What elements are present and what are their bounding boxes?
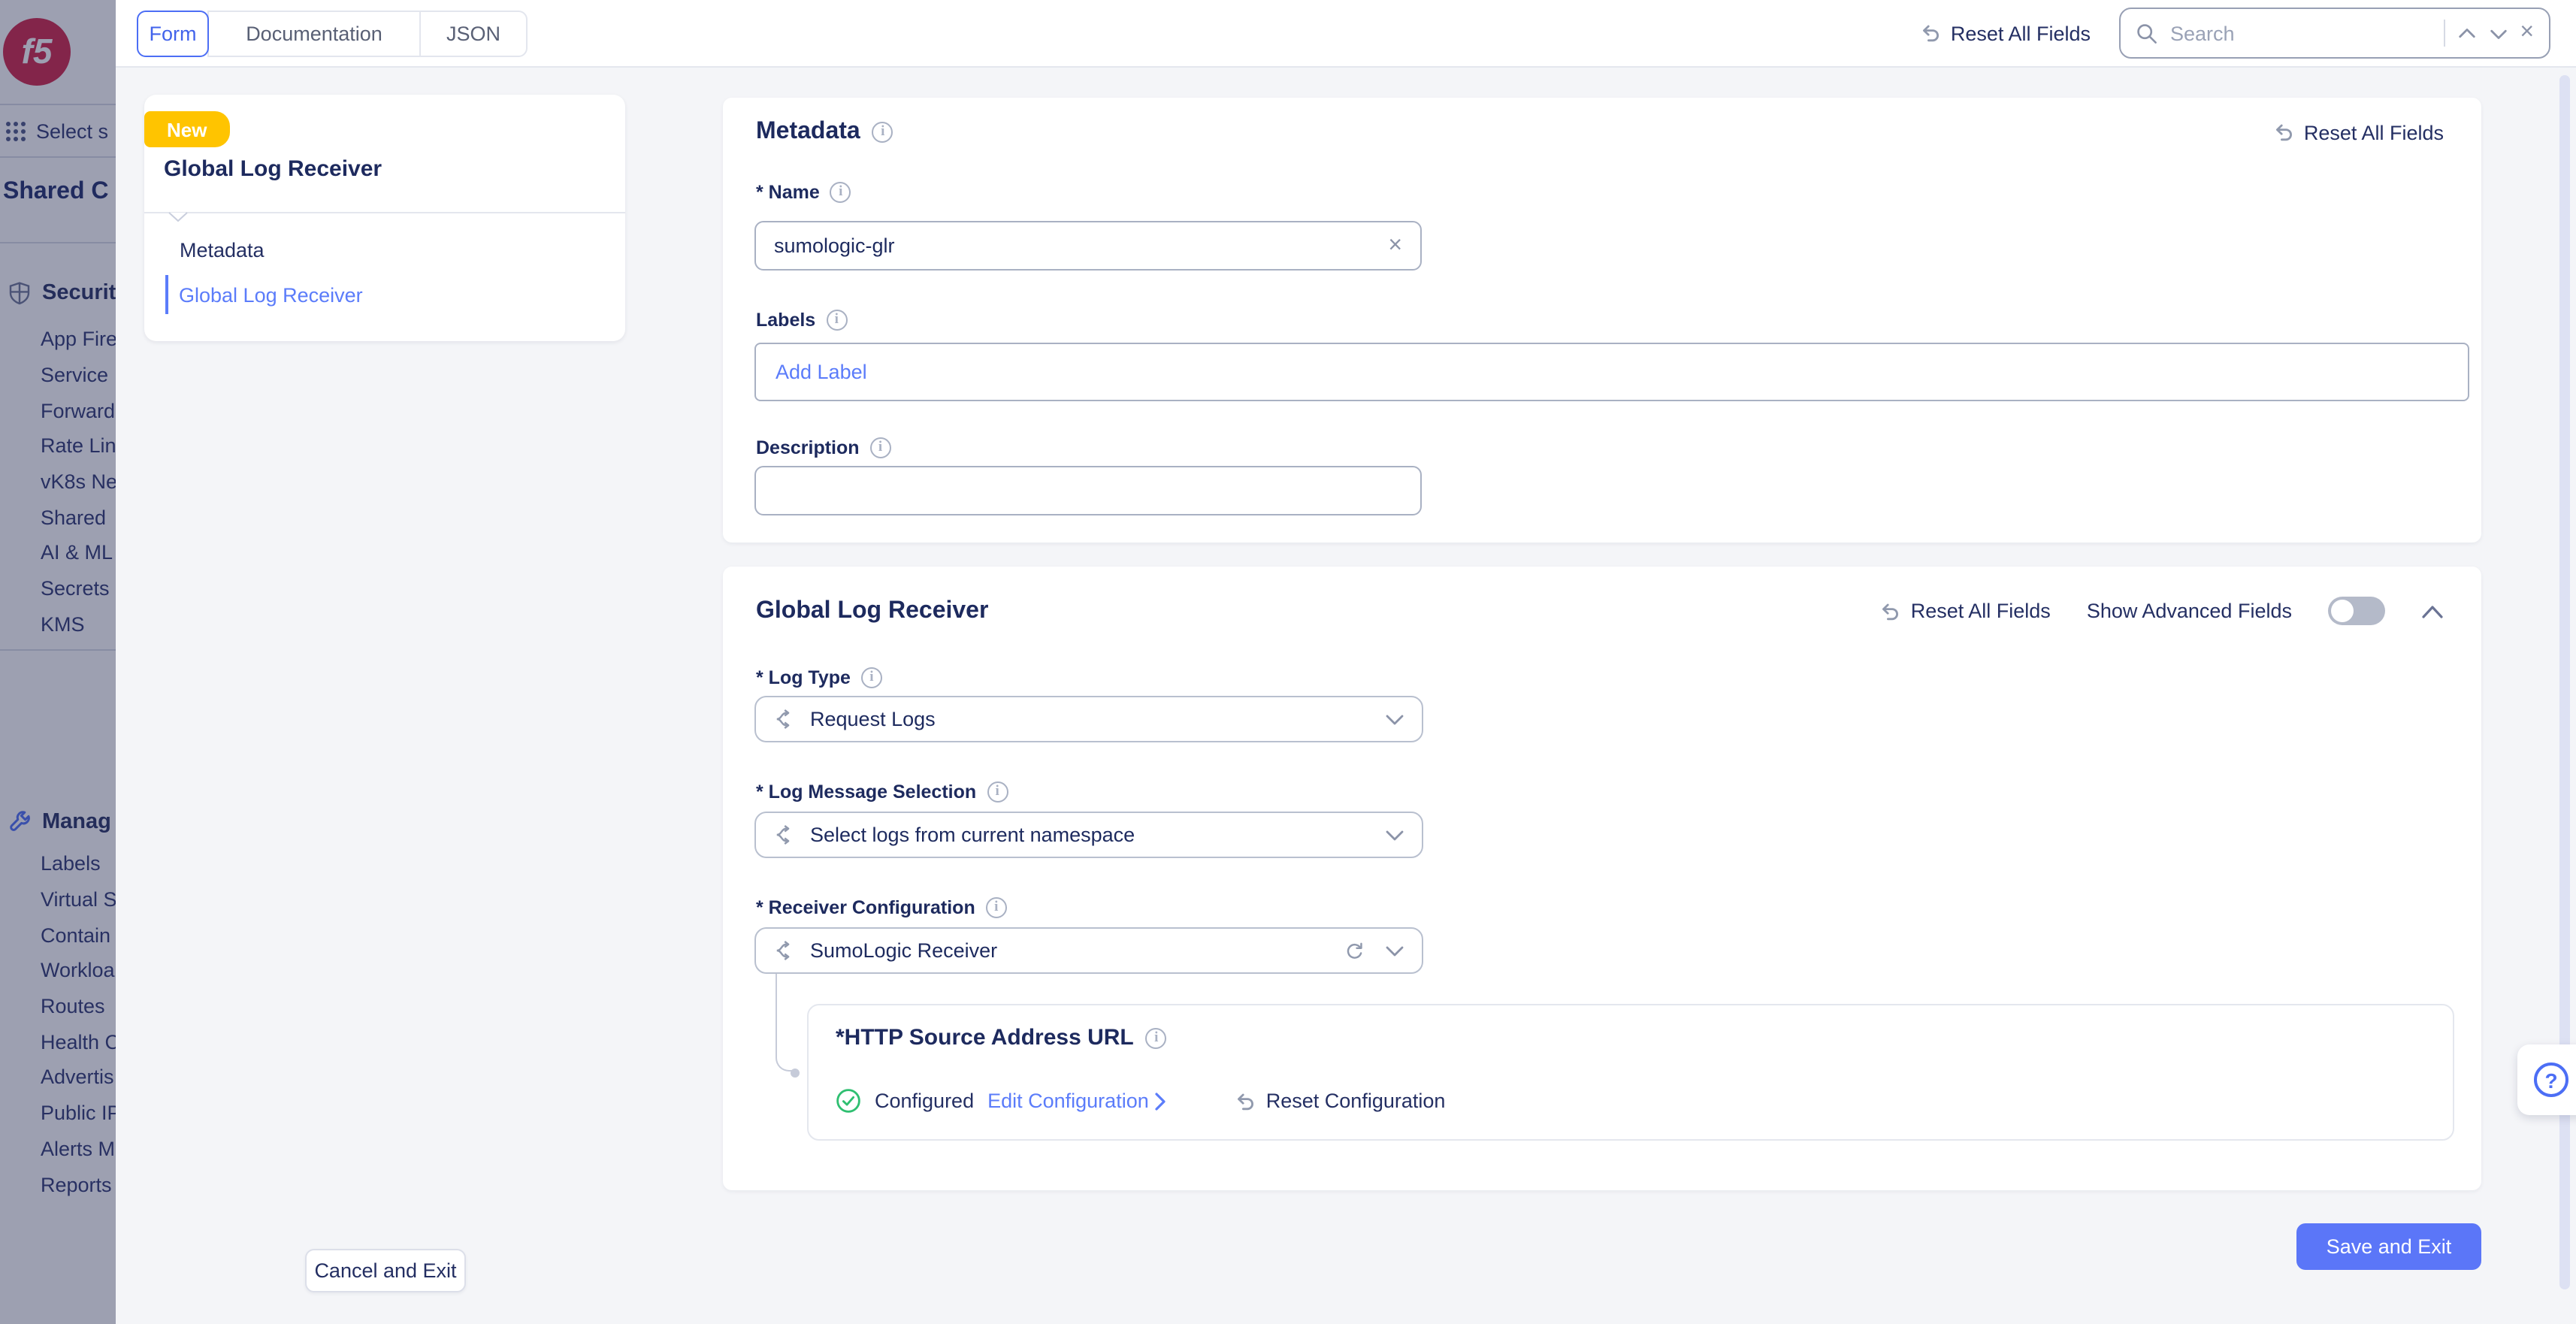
http-source-address-url-box: *HTTP Source Address URL i Configured Ed… — [807, 1004, 2454, 1141]
labels-label: Labels i — [756, 310, 848, 331]
global-log-receiver-card: Global Log Receiver Reset All Fields Sho… — [723, 567, 2481, 1190]
connector-dot — [791, 1069, 800, 1078]
log-type-select[interactable]: Request Logs — [754, 696, 1423, 742]
branch-icon — [776, 825, 790, 845]
log-message-selection-label: * Log Message Selection i — [756, 781, 1008, 803]
metadata-title: Metadata — [756, 119, 860, 144]
undo-icon — [2275, 124, 2292, 141]
reset-all-fields-button[interactable]: Reset All Fields — [1918, 21, 2091, 45]
info-icon[interactable]: i — [872, 122, 893, 143]
chevron-down-icon[interactable] — [2488, 23, 2508, 43]
branch-icon — [776, 709, 790, 729]
undo-icon — [1882, 603, 1899, 620]
info-icon[interactable]: i — [987, 781, 1008, 803]
undo-icon — [1238, 1093, 1254, 1110]
caret-down-icon — [168, 212, 188, 222]
modal-content: New Global Log Receiver Metadata Global … — [116, 68, 2576, 1324]
edit-configuration-link[interactable]: Edit Configuration — [987, 1090, 1167, 1112]
help-button[interactable]: ? — [2517, 1044, 2576, 1115]
reset-configuration-button[interactable]: Reset Configuration — [1233, 1089, 1445, 1113]
form-nav-item-metadata[interactable]: Metadata — [165, 230, 610, 269]
save-and-exit-button[interactable]: Save and Exit — [2296, 1223, 2481, 1270]
show-advanced-fields-label: Show Advanced Fields — [2086, 600, 2292, 622]
info-icon[interactable]: i — [826, 310, 848, 331]
chevron-down-icon — [1386, 830, 1404, 840]
tab-json[interactable]: JSON — [419, 10, 528, 56]
collapse-chevron-up-icon[interactable] — [2421, 603, 2444, 618]
log-type-value: Request Logs — [810, 708, 936, 730]
nested-field-connector — [776, 974, 794, 1072]
modal-backdrop — [0, 0, 116, 1324]
tab-form[interactable]: Form — [137, 10, 209, 56]
name-input[interactable] — [774, 234, 1389, 257]
chevron-right-icon — [1156, 1092, 1166, 1110]
tab-documentation[interactable]: Documentation — [207, 10, 421, 56]
search-icon — [2137, 23, 2157, 43]
metadata-card: Metadata i Reset All Fields * Name i sum… — [723, 98, 2481, 543]
description-label: Description i — [756, 437, 891, 458]
name-input-wrap: × — [754, 221, 1422, 271]
configured-status: Configured — [875, 1090, 975, 1112]
cancel-and-exit-button[interactable]: Cancel and Exit — [305, 1249, 466, 1292]
form-nav-card: New Global Log Receiver Metadata Global … — [144, 95, 625, 341]
info-icon[interactable]: i — [860, 667, 882, 688]
divider — [2443, 20, 2445, 47]
log-message-selection-select[interactable]: Select logs from current namespace — [754, 812, 1423, 858]
close-icon[interactable]: × — [2520, 20, 2534, 45]
new-badge: New — [144, 111, 230, 147]
view-tabs: Form Documentation JSON — [137, 10, 528, 56]
glr-reset-all-fields-button[interactable]: Reset All Fields — [1878, 599, 2051, 623]
log-message-selection-value: Select logs from current namespace — [810, 824, 1135, 846]
branch-icon — [776, 941, 790, 960]
modal-topbar: Form Documentation JSON Reset All Fields… — [116, 0, 2576, 68]
refresh-icon[interactable] — [1344, 940, 1365, 961]
chevron-up-icon[interactable] — [2457, 23, 2476, 43]
info-icon[interactable]: i — [869, 437, 891, 458]
metadata-reset-all-fields-button[interactable]: Reset All Fields — [2271, 120, 2444, 144]
search-box: × — [2119, 8, 2550, 59]
screen: f5 Select s Shared C Securit App Fire Se… — [0, 0, 2576, 1324]
form-nav-title: Global Log Receiver — [164, 156, 382, 182]
info-icon[interactable]: i — [985, 897, 1007, 918]
search-input[interactable] — [2170, 22, 2432, 44]
labels-box: Add Label — [754, 343, 2469, 401]
configured-check-icon — [836, 1089, 860, 1113]
log-type-label: * Log Type i — [756, 667, 882, 688]
http-source-title: *HTTP Source Address URL — [836, 1025, 1134, 1050]
divider — [144, 212, 625, 213]
toggle-knob — [2331, 600, 2354, 622]
receiver-configuration-value: SumoLogic Receiver — [810, 939, 998, 962]
info-icon[interactable]: i — [830, 182, 851, 203]
info-icon[interactable]: i — [1145, 1027, 1167, 1048]
clear-icon[interactable]: × — [1388, 233, 1402, 258]
undo-icon — [1922, 25, 1939, 42]
form-nav-item-global-log-receiver[interactable]: Global Log Receiver — [165, 275, 610, 314]
add-label-button[interactable]: Add Label — [776, 361, 867, 383]
question-mark-icon: ? — [2534, 1063, 2568, 1097]
receiver-configuration-label: * Receiver Configuration i — [756, 897, 1007, 918]
sidebar: f5 Select s Shared C Securit App Fire Se… — [0, 0, 116, 1324]
description-input-wrap — [754, 466, 1422, 515]
glr-title: Global Log Receiver — [756, 597, 989, 623]
show-advanced-fields-toggle[interactable] — [2328, 597, 2385, 625]
chevron-down-icon — [1386, 945, 1404, 956]
create-global-log-receiver-modal: Form Documentation JSON Reset All Fields… — [116, 0, 2576, 1324]
description-input[interactable] — [774, 479, 1402, 502]
name-label: * Name i — [756, 182, 851, 203]
receiver-configuration-select[interactable]: SumoLogic Receiver — [754, 927, 1423, 974]
chevron-down-icon — [1386, 714, 1404, 724]
